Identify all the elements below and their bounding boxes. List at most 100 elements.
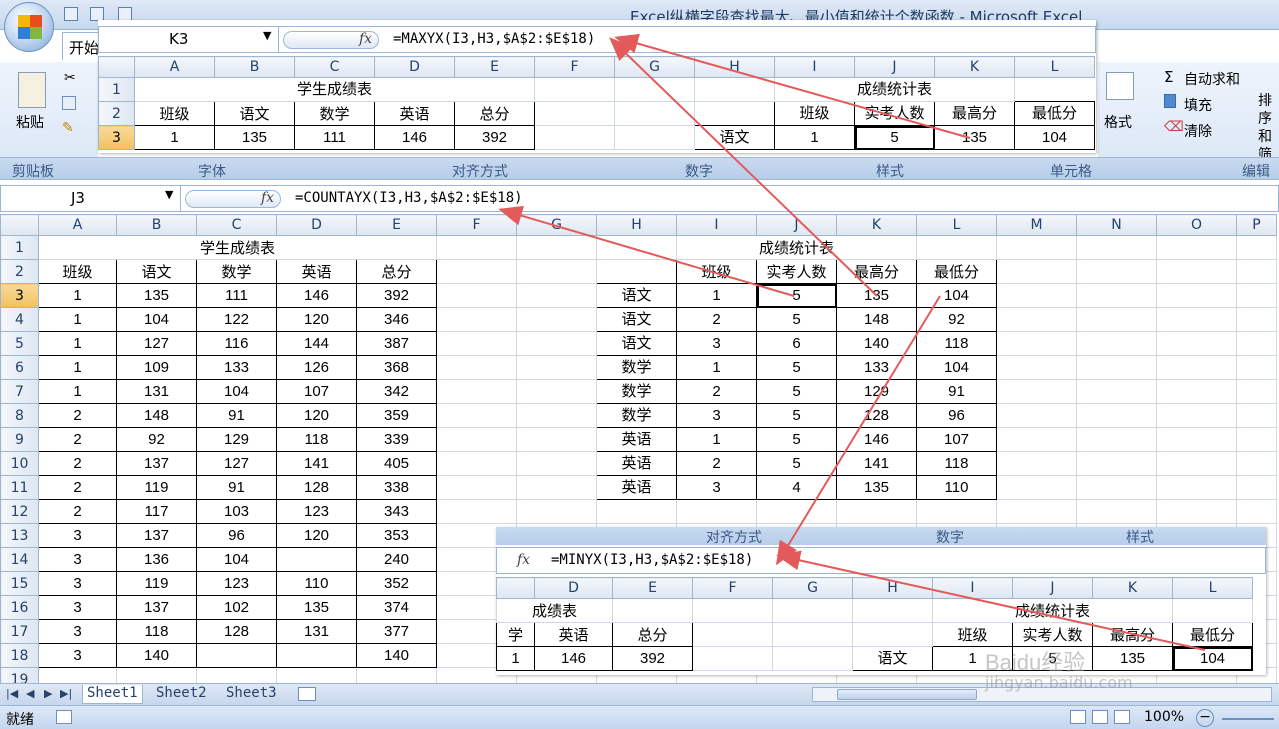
cell[interactable] bbox=[1156, 427, 1237, 452]
cell[interactable]: 353 bbox=[356, 523, 437, 548]
cell[interactable] bbox=[436, 451, 517, 476]
cell[interactable]: 3 bbox=[38, 523, 117, 548]
cell[interactable]: 107 bbox=[276, 379, 357, 404]
cell[interactable]: 2 bbox=[676, 379, 757, 404]
cell[interactable]: 137 bbox=[116, 451, 197, 476]
cell[interactable]: 118 bbox=[916, 451, 997, 476]
cell[interactable]: 6 bbox=[756, 331, 837, 356]
column-header-N[interactable]: N bbox=[1076, 214, 1157, 236]
insert-sheet-icon[interactable] bbox=[298, 687, 316, 701]
row-header-15[interactable]: 15 bbox=[0, 571, 39, 596]
cell[interactable]: 339 bbox=[356, 427, 437, 452]
prev-sheet-icon[interactable]: ◀ bbox=[26, 687, 34, 700]
cell[interactable] bbox=[1236, 307, 1277, 332]
cell[interactable]: 140 bbox=[116, 643, 197, 668]
cell[interactable]: 5 bbox=[756, 451, 837, 476]
normal-view-icon[interactable] bbox=[1070, 710, 1086, 724]
fx-icon[interactable]: fx bbox=[261, 190, 274, 206]
cell[interactable]: 118 bbox=[276, 427, 357, 452]
cell[interactable]: 最低分 bbox=[916, 259, 997, 284]
fx-icon[interactable]: fx bbox=[517, 552, 530, 568]
cell[interactable]: 144 bbox=[276, 331, 357, 356]
row-header-4[interactable]: 4 bbox=[0, 307, 39, 332]
cell[interactable] bbox=[1076, 259, 1157, 284]
cell[interactable] bbox=[196, 643, 277, 668]
column-header-A[interactable]: A bbox=[38, 214, 117, 236]
cell[interactable]: 1 bbox=[676, 283, 757, 308]
cell[interactable] bbox=[436, 475, 517, 500]
paste-button[interactable]: 粘贴 bbox=[16, 112, 44, 132]
cell[interactable] bbox=[1156, 451, 1237, 476]
cell[interactable]: 135 bbox=[836, 475, 917, 500]
cell[interactable]: 133 bbox=[196, 355, 277, 380]
cell[interactable]: 131 bbox=[276, 619, 357, 644]
cell[interactable]: 128 bbox=[196, 619, 277, 644]
save-icon[interactable] bbox=[64, 7, 78, 21]
autosum-button[interactable]: 自动求和 bbox=[1184, 69, 1240, 89]
cell[interactable]: 92 bbox=[916, 307, 997, 332]
cell[interactable] bbox=[1156, 331, 1237, 356]
cell[interactable] bbox=[996, 475, 1077, 500]
cell[interactable] bbox=[676, 499, 757, 524]
cell[interactable]: 96 bbox=[916, 403, 997, 428]
row-header-3[interactable]: 3 bbox=[0, 283, 39, 308]
cell[interactable]: 91 bbox=[196, 475, 277, 500]
cell[interactable]: 3 bbox=[676, 475, 757, 500]
cell[interactable] bbox=[1156, 235, 1237, 260]
row-header-16[interactable]: 16 bbox=[0, 595, 39, 620]
cell[interactable] bbox=[596, 499, 677, 524]
cell[interactable]: 123 bbox=[196, 571, 277, 596]
cell[interactable]: 118 bbox=[916, 331, 997, 356]
cell[interactable]: 英语 bbox=[596, 475, 677, 500]
undo-icon[interactable] bbox=[90, 7, 104, 21]
cell[interactable]: 359 bbox=[356, 403, 437, 428]
row-header-18[interactable]: 18 bbox=[0, 643, 39, 668]
cell[interactable] bbox=[916, 499, 997, 524]
chevron-down-icon[interactable]: ▼ bbox=[165, 188, 173, 201]
cell[interactable]: 2 bbox=[38, 475, 117, 500]
cell[interactable]: 1 bbox=[676, 427, 757, 452]
row-header-17[interactable]: 17 bbox=[0, 619, 39, 644]
column-header-F[interactable]: F bbox=[436, 214, 517, 236]
cell[interactable] bbox=[996, 499, 1077, 524]
cell[interactable]: 3 bbox=[38, 619, 117, 644]
cell[interactable] bbox=[1076, 331, 1157, 356]
cell[interactable] bbox=[996, 355, 1077, 380]
row-header-1[interactable]: 1 bbox=[0, 235, 39, 260]
cell[interactable]: 最高分 bbox=[836, 259, 917, 284]
cut-icon[interactable]: ✂ bbox=[64, 70, 76, 86]
cell[interactable]: 111 bbox=[196, 283, 277, 308]
cell[interactable]: 127 bbox=[116, 331, 197, 356]
cell[interactable] bbox=[1236, 451, 1277, 476]
cell[interactable]: 343 bbox=[356, 499, 437, 524]
cell[interactable] bbox=[1156, 379, 1237, 404]
cell[interactable] bbox=[836, 499, 917, 524]
office-button[interactable] bbox=[4, 2, 54, 52]
cell[interactable]: 1 bbox=[38, 355, 117, 380]
cell[interactable]: 1 bbox=[38, 307, 117, 332]
cell[interactable] bbox=[516, 235, 597, 260]
row-header-2[interactable]: 2 bbox=[0, 259, 39, 284]
cell[interactable]: 语文 bbox=[116, 259, 197, 284]
cell[interactable]: 3 bbox=[38, 595, 117, 620]
row-header-7[interactable]: 7 bbox=[0, 379, 39, 404]
cell[interactable] bbox=[1236, 475, 1277, 500]
cell[interactable] bbox=[1236, 403, 1277, 428]
cell[interactable]: 136 bbox=[116, 547, 197, 572]
cell[interactable]: 3 bbox=[676, 331, 757, 356]
cell[interactable] bbox=[516, 451, 597, 476]
overlay-formula-input[interactable]: =MAXYX(I3,H3,$A$2:$E$18) bbox=[393, 31, 595, 47]
cell[interactable] bbox=[1156, 403, 1237, 428]
cell[interactable]: 104 bbox=[196, 379, 277, 404]
cell[interactable] bbox=[1156, 259, 1237, 284]
last-sheet-icon[interactable]: ▶| bbox=[60, 687, 72, 700]
cell[interactable] bbox=[436, 499, 517, 524]
cell[interactable] bbox=[436, 235, 517, 260]
cell[interactable]: 377 bbox=[356, 619, 437, 644]
cell[interactable]: 104 bbox=[916, 283, 997, 308]
sheet-tab-3[interactable]: Sheet3 bbox=[222, 685, 281, 704]
row-header-9[interactable]: 9 bbox=[0, 427, 39, 452]
cell[interactable]: 110 bbox=[916, 475, 997, 500]
cell[interactable]: 数学 bbox=[596, 379, 677, 404]
cell[interactable]: 2 bbox=[676, 307, 757, 332]
